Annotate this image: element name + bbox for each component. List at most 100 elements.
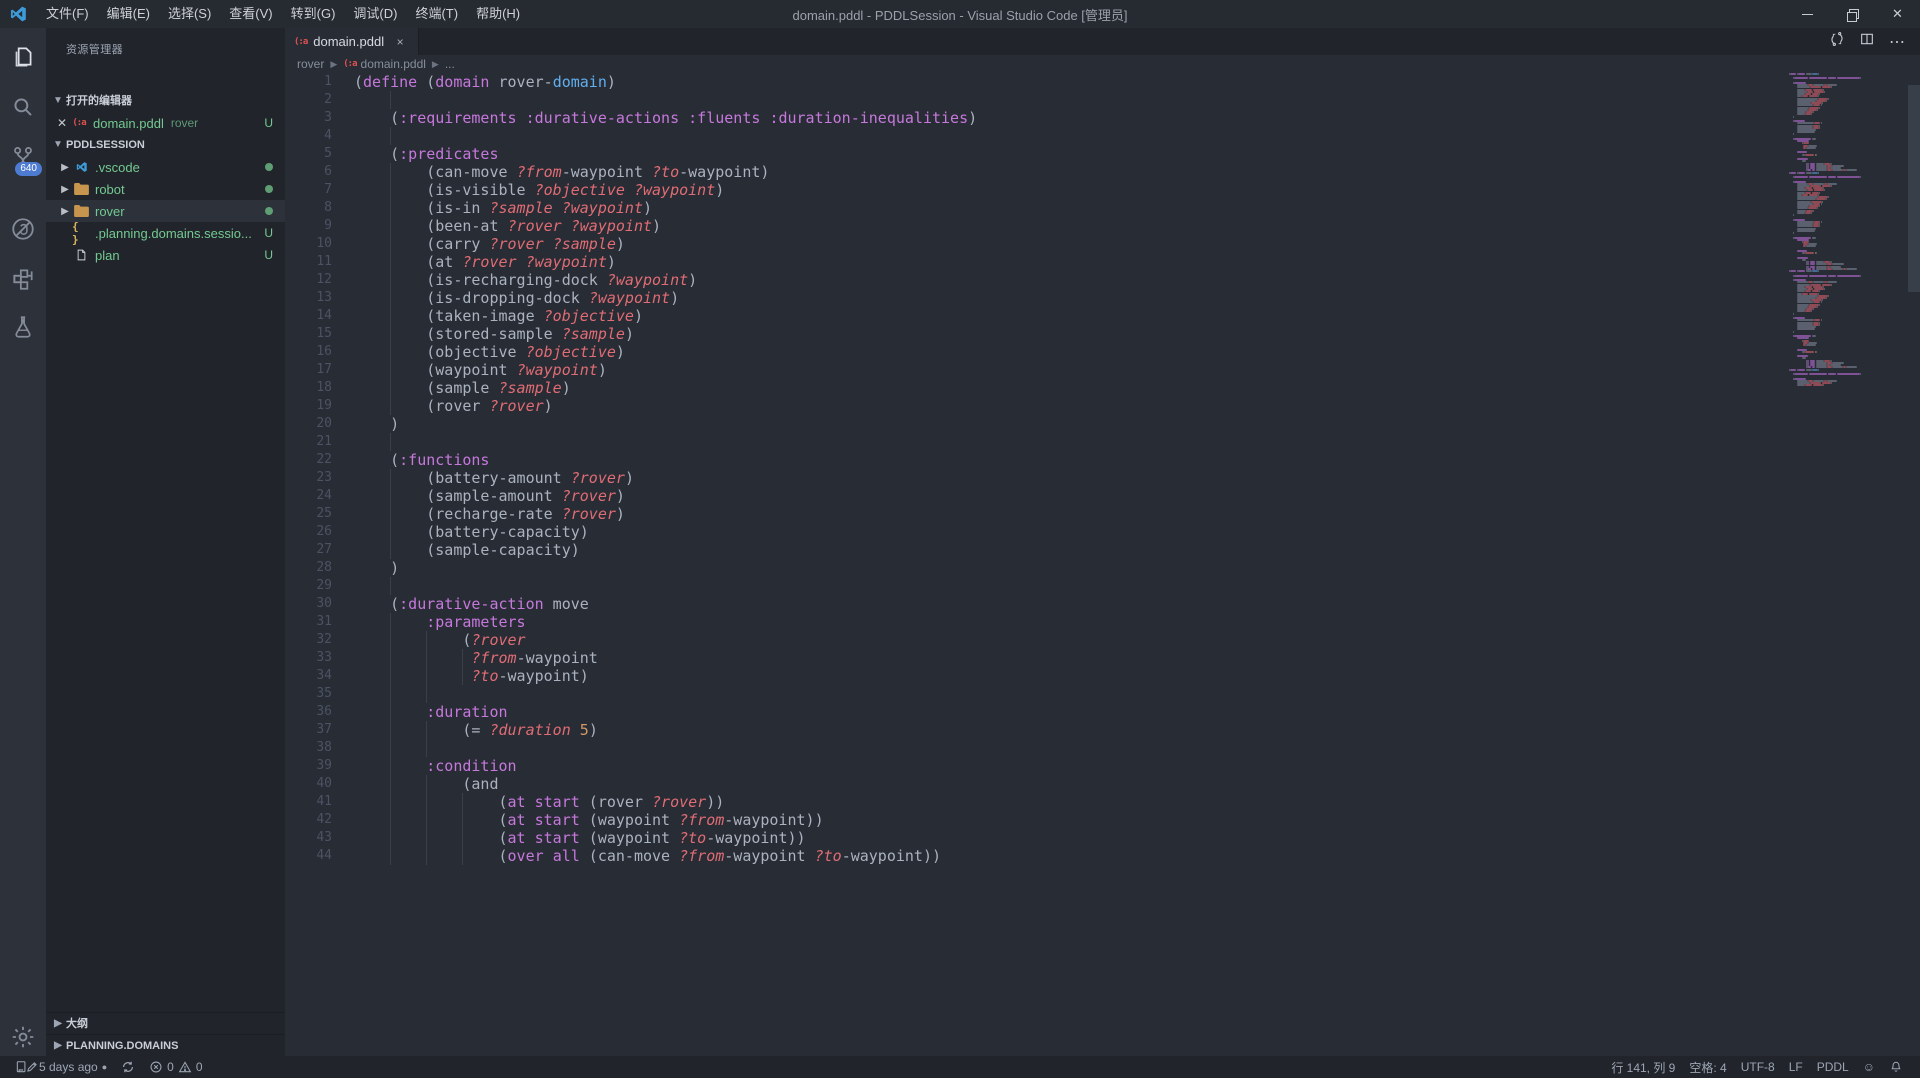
menu-调试(D)[interactable]: 调试(D) [344,0,406,28]
line-number: 43 [316,830,332,845]
code-line-11[interactable]: 11 (at ?rover ?waypoint) [285,253,1920,271]
tree-item-.vscode[interactable]: ▶ .vscode [46,156,285,178]
language-mode-status[interactable]: PDDL [1810,1056,1856,1078]
code-line-22[interactable]: 22 (:functions [285,451,1920,469]
tree-item-robot[interactable]: ▶ robot [46,178,285,200]
close-button[interactable]: ✕ [1875,0,1920,28]
sync-icon[interactable] [1822,31,1852,52]
eol-status[interactable]: LF [1782,1056,1810,1078]
code-line-3[interactable]: 3 (:requirements :durative-actions :flue… [285,109,1920,127]
tree-item-rover[interactable]: ▶ rover [46,200,285,222]
code-line-35[interactable]: 35 [285,685,1920,703]
code-line-4[interactable]: 4 [285,127,1920,145]
search-icon[interactable] [0,84,46,130]
open-editor-domain.pddl[interactable]: ✕ (:a domain.pddl rover U [46,112,285,134]
more-actions-icon[interactable]: ⋯ [1882,32,1912,52]
code-line-40[interactable]: 40 (and [285,775,1920,793]
git-modified-dot [265,185,273,193]
code-line-14[interactable]: 14 (taken-image ?objective) [285,307,1920,325]
code-line-5[interactable]: 5 (:predicates [285,145,1920,163]
minimize-button[interactable] [1785,0,1830,28]
restore-button[interactable] [1830,0,1875,28]
tab-close-icon[interactable]: × [392,35,408,49]
sync-status-icon[interactable] [114,1056,142,1078]
tab-domain-pddl[interactable]: (:a domain.pddl × [285,28,420,55]
menu-终端(T)[interactable]: 终端(T) [406,0,467,28]
code-line-42[interactable]: 42 (at start (waypoint ?from-waypoint)) [285,811,1920,829]
code-line-44[interactable]: 44 (over all (can-move ?from-waypoint ?t… [285,847,1920,865]
code-line-23[interactable]: 23 (battery-amount ?rover) [285,469,1920,487]
close-icon[interactable]: ✕ [54,116,70,130]
code-line-17[interactable]: 17 (waypoint ?waypoint) [285,361,1920,379]
code-line-10[interactable]: 10 (carry ?rover ?sample) [285,235,1920,253]
vertical-scrollbar[interactable] [1907,73,1920,1056]
code-line-38[interactable]: 38 [285,739,1920,757]
breadcrumb-tail[interactable]: ... [445,57,455,71]
menu-文件(F)[interactable]: 文件(F) [37,0,98,28]
code-line-30[interactable]: 30 (:durative-action move [285,595,1920,613]
code-line-41[interactable]: 41 (at start (rover ?rover)) [285,793,1920,811]
menu-帮助(H)[interactable]: 帮助(H) [467,0,529,28]
extensions-icon[interactable] [0,256,46,302]
open-editors-header[interactable]: ▼ 打开的编辑器 [46,90,285,112]
code-line-9[interactable]: 9 (been-at ?rover ?waypoint) [285,217,1920,235]
planning-domains-section-header[interactable]: ▶ PLANNING.DOMAINS [46,1035,285,1057]
code-line-27[interactable]: 27 (sample-capacity) [285,541,1920,559]
code-line-26[interactable]: 26 (battery-capacity) [285,523,1920,541]
code-line-25[interactable]: 25 (recharge-rate ?rover) [285,505,1920,523]
source-control-icon[interactable]: 640 [0,134,46,180]
project-section-header[interactable]: ▼ PDDLSESSION [46,134,285,156]
code-line-12[interactable]: 12 (is-recharging-dock ?waypoint) [285,271,1920,289]
code-line-18[interactable]: 18 (sample ?sample) [285,379,1920,397]
problems-status[interactable]: 0 0 [142,1056,209,1078]
code-line-37[interactable]: 37 (= ?duration 5) [285,721,1920,739]
minimap[interactable] [1787,73,1907,1056]
encoding-status[interactable]: UTF-8 [1734,1056,1782,1078]
title-bar: 文件(F) 编辑(E) 选择(S) 查看(V) 转到(G) 调试(D) 终端(T) 帮助(H)… [0,0,1920,28]
settings-gear-icon[interactable] [0,1014,46,1060]
explorer-icon[interactable] [0,34,46,80]
tree-item-.planning.domains.sessio...[interactable]: { } .planning.domains.sessio... U [46,220,285,246]
menu-查看(V)[interactable]: 查看(V) [220,0,281,28]
debug-disabled-icon[interactable] [0,206,46,252]
code-line-21[interactable]: 21 [285,433,1920,451]
menu-编辑(E)[interactable]: 编辑(E) [98,0,159,28]
code-line-36[interactable]: 36 :duration [285,703,1920,721]
feedback-smiley-icon[interactable]: ☺ [1856,1056,1882,1078]
code-line-34[interactable]: 34 ?to-waypoint) [285,667,1920,685]
menu-选择(S)[interactable]: 选择(S) [159,0,220,28]
cursor-position-status[interactable]: 行 141, 列 9 [1604,1056,1682,1078]
code-line-28[interactable]: 28 ) [285,559,1920,577]
code-editor[interactable]: 1 (define (domain rover-domain) 2 3 (:requi… [285,73,1920,1056]
code-line-15[interactable]: 15 (stored-sample ?sample) [285,325,1920,343]
line-number: 18 [316,380,332,395]
code-line-29[interactable]: 29 [285,577,1920,595]
code-line-1[interactable]: 1 (define (domain rover-domain) [285,73,1920,91]
git-modified-dot [265,163,273,171]
code-line-19[interactable]: 19 (rover ?rover) [285,397,1920,415]
code-line-7[interactable]: 7 (is-visible ?objective ?waypoint) [285,181,1920,199]
last-commit-status[interactable]: 5 days ago ● [8,1056,114,1078]
split-editor-icon[interactable] [1852,31,1882,52]
code-line-6[interactable]: 6 (can-move ?from-waypoint ?to-waypoint) [285,163,1920,181]
code-line-43[interactable]: 43 (at start (waypoint ?to-waypoint)) [285,829,1920,847]
code-line-16[interactable]: 16 (objective ?objective) [285,343,1920,361]
menu-转到(G)[interactable]: 转到(G) [282,0,345,28]
code-line-24[interactable]: 24 (sample-amount ?rover) [285,487,1920,505]
code-line-13[interactable]: 13 (is-dropping-dock ?waypoint) [285,289,1920,307]
code-line-20[interactable]: 20 ) [285,415,1920,433]
code-line-39[interactable]: 39 :condition [285,757,1920,775]
notifications-bell-icon[interactable] [1882,1056,1910,1078]
code-line-32[interactable]: 32 (?rover [285,631,1920,649]
breadcrumb-file[interactable]: domain.pddl [361,57,426,71]
tree-item-plan[interactable]: plan U [46,244,285,266]
code-line-33[interactable]: 33 ?from-waypoint [285,649,1920,667]
scrollbar-slider[interactable] [1908,85,1920,292]
code-line-8[interactable]: 8 (is-in ?sample ?waypoint) [285,199,1920,217]
test-flask-icon[interactable] [0,304,46,350]
code-line-31[interactable]: 31 :parameters [285,613,1920,631]
breadcrumb-folder[interactable]: rover [297,57,324,71]
indentation-status[interactable]: 空格: 4 [1682,1056,1733,1078]
code-line-2[interactable]: 2 [285,91,1920,109]
outline-section-header[interactable]: ▶ 大纲 [46,1013,285,1035]
